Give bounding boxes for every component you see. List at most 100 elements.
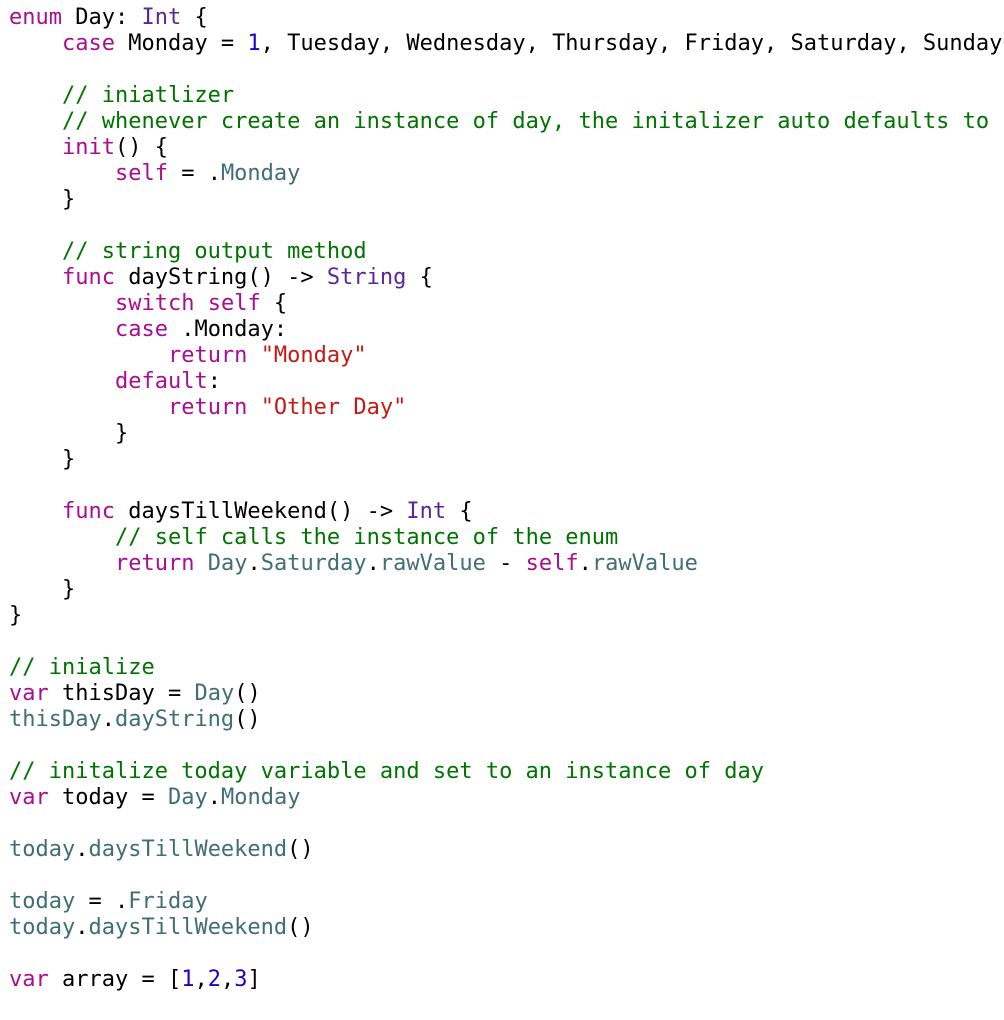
code-line: }: [9, 577, 1004, 603]
code-token: func: [61, 499, 115, 524]
code-token: (): [234, 681, 261, 706]
code-line: }: [9, 603, 1004, 629]
code-token: return: [167, 395, 248, 420]
code-token: .Monday:: [167, 317, 288, 342]
code-token: Day:: [61, 5, 142, 30]
code-token: Monday: [220, 161, 301, 186]
code-token: ]: [247, 967, 261, 992]
code-token: , Tuesday, Wednesday, Thursday, Friday, …: [260, 31, 1003, 56]
code-token: case: [61, 31, 115, 56]
code-token: (): [287, 837, 314, 862]
code-line: // initalize today variable and set to a…: [9, 759, 1004, 785]
code-line: // self calls the instance of the enum: [9, 525, 1004, 551]
code-token: daysTillWeekend() ->: [114, 499, 407, 524]
code-token: // self calls the instance of the enum: [114, 525, 619, 550]
code-line: case .Monday:: [9, 317, 1004, 343]
code-line: // iniatlizer: [9, 83, 1004, 109]
code-line: return "Other Day": [9, 395, 1004, 421]
code-token: (): [234, 707, 261, 732]
code-line: thisDay.dayString(): [9, 707, 1004, 733]
code-token: enum: [9, 5, 62, 30]
code-line: switch self {: [9, 291, 1004, 317]
code-token: 2: [207, 967, 221, 992]
code-line: self = .Monday: [9, 161, 1004, 187]
code-token: .: [75, 837, 89, 862]
code-line: return Day.Saturday.rawValue - self.rawV…: [9, 551, 1004, 577]
code-token: {: [406, 265, 433, 290]
code-token: {: [181, 5, 208, 30]
code-token: {: [446, 499, 473, 524]
code-token: () {: [114, 135, 168, 160]
code-token: Int: [406, 499, 447, 524]
code-line: var thisDay = Day(): [9, 681, 1004, 707]
code-token: rawValue: [379, 551, 486, 576]
code-token: }: [9, 421, 129, 446]
code-token: }: [9, 603, 23, 628]
code-token: Monday: [220, 785, 301, 810]
code-token: case: [114, 317, 168, 342]
code-token: Int: [141, 5, 182, 30]
code-line: init() {: [9, 135, 1004, 161]
code-token: = .: [167, 161, 221, 186]
code-line: }: [9, 187, 1004, 213]
code-token: thisDay =: [48, 681, 195, 706]
code-token: :: [207, 369, 221, 394]
code-line: }: [9, 421, 1004, 447]
code-token: .: [75, 915, 89, 940]
code-token: Day: [167, 785, 208, 810]
code-line: func daysTillWeekend() -> Int {: [9, 499, 1004, 525]
code-line: return "Monday": [9, 343, 1004, 369]
code-token: today =: [48, 785, 168, 810]
code-line: today.daysTillWeekend(): [9, 837, 1004, 863]
code-token: {: [260, 291, 288, 316]
code-token: return: [167, 343, 248, 368]
code-token: self: [207, 291, 261, 316]
code-token: "Other Day": [260, 395, 407, 420]
code-editor[interactable]: enum Day: Int { case Monday = 1, Tuesday…: [9, 5, 1004, 1020]
code-token: var: [9, 681, 49, 706]
code-token: String: [326, 265, 407, 290]
code-token: default: [114, 369, 208, 394]
code-token: today: [9, 889, 76, 914]
code-token: 3: [234, 967, 248, 992]
code-token: // initalize today variable and set to a…: [9, 759, 764, 784]
code-token: // inialize: [9, 655, 155, 680]
code-token: -: [485, 551, 526, 576]
code-token: 1: [181, 967, 195, 992]
code-token: var: [9, 785, 49, 810]
code-token: ,: [194, 967, 208, 992]
code-line: }: [9, 447, 1004, 473]
code-token: Day: [194, 681, 235, 706]
code-line: default:: [9, 369, 1004, 395]
code-token: .: [366, 551, 380, 576]
code-line: // inialize: [9, 655, 1004, 681]
code-token: .: [578, 551, 592, 576]
code-token: }: [9, 187, 76, 212]
code-token: init: [61, 135, 115, 160]
code-token: "Monday": [260, 343, 367, 368]
code-token: array = [: [48, 967, 182, 992]
code-token: dayString() ->: [114, 265, 327, 290]
code-token: thisDay: [9, 707, 102, 732]
code-token: daysTillWeekend: [88, 837, 288, 862]
